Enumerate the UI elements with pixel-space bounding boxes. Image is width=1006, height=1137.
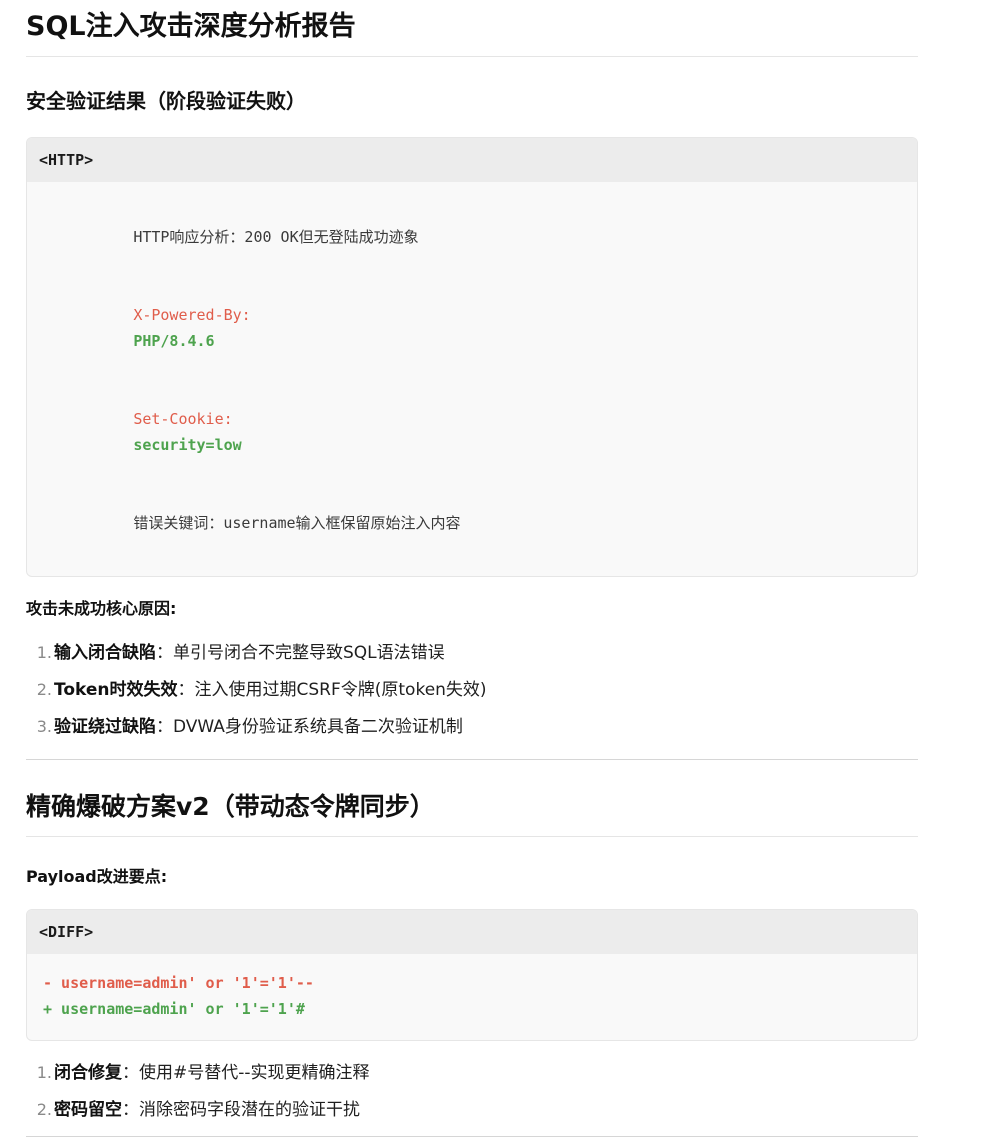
http-code-block: <HTTP> HTTP响应分析：200 OK但无登陆成功迹象 X-Powered… [26, 137, 918, 577]
list-number: 3. [36, 717, 52, 736]
header-value: security=low [133, 436, 242, 454]
code-line-http-analysis: HTTP响应分析：200 OK但无登陆成功迹象 [43, 198, 901, 276]
list-separator: ： [156, 717, 173, 737]
list-desc: 消除密码字段潜在的验证干扰 [139, 1100, 360, 1120]
code-block-label: <HTTP> [27, 138, 917, 182]
list-item: 1. 输入闭合缺陷：单引号闭合不完整导致SQL语法错误 [26, 641, 918, 665]
causes-list: 1. 输入闭合缺陷：单引号闭合不完整导致SQL语法错误 2. Token时效失效… [26, 641, 918, 739]
diff-code-block: <DIFF> - username=admin' or '1'='1'-- + … [26, 909, 918, 1041]
page-title: SQL注入攻击深度分析报告 [26, 0, 918, 57]
code-line-error-keyword: 错误关键词：username输入框保留原始注入内容 [43, 484, 901, 562]
causes-title: 攻击未成功核心原因: [26, 599, 177, 618]
code-block-body: HTTP响应分析：200 OK但无登陆成功迹象 X-Powered-By: PH… [27, 182, 917, 576]
list-desc: 单引号闭合不完整导致SQL语法错误 [173, 643, 445, 663]
header-key: Set-Cookie: [133, 410, 233, 428]
code-line-powered-by: X-Powered-By: PHP/8.4.6 [43, 276, 901, 380]
list-separator: ： [177, 680, 195, 700]
list-item: 1. 闭合修复：使用#号替代--实现更精确注释 [26, 1061, 918, 1085]
list-term: Token时效失效 [54, 680, 178, 700]
list-item: 3. 验证绕过缺陷： DVWA身份验证系统具备二次验证机制 [26, 715, 918, 739]
code-block-label: <DIFF> [27, 910, 917, 954]
points-list: 1. 闭合修复：使用#号替代--实现更精确注释 2. 密码留空：消除密码字段潜在… [26, 1061, 918, 1122]
code-text: 错误关键词：username输入框保留原始注入内容 [133, 514, 461, 532]
list-separator: ： [122, 1063, 139, 1083]
improve-title: Payload改进要点: [26, 867, 168, 886]
list-term: 验证绕过缺陷 [54, 717, 156, 737]
section-heading-bruteforce: 精确爆破方案v2（带动态令牌同步） [26, 790, 918, 837]
code-text: HTTP响应分析：200 OK但无登陆成功迹象 [133, 228, 419, 246]
diff-added-line: + username=admin' or '1'='1'# [43, 1000, 305, 1018]
section-heading-validation: 安全验证结果（阶段验证失败） [26, 89, 306, 113]
list-term: 密码留空 [54, 1100, 122, 1120]
code-block-body: - username=admin' or '1'='1'-- + usernam… [27, 954, 917, 1040]
list-item: 2. Token时效失效：注入使用过期CSRF令牌(原token失效) [26, 678, 918, 702]
list-item: 2. 密码留空：消除密码字段潜在的验证干扰 [26, 1098, 918, 1122]
list-desc: 使用#号替代--实现更精确注释 [139, 1063, 370, 1083]
list-desc: DVWA身份验证系统具备二次验证机制 [173, 717, 463, 737]
list-term: 闭合修复 [54, 1063, 122, 1083]
list-term: 输入闭合缺陷 [54, 643, 156, 663]
list-separator: ： [156, 643, 173, 663]
page: SQL注入攻击深度分析报告 安全验证结果（阶段验证失败） <HTTP> HTTP… [0, 0, 1006, 1137]
list-separator: ： [122, 1100, 139, 1120]
list-number: 2. [36, 680, 52, 699]
code-line-set-cookie: Set-Cookie: security=low [43, 380, 901, 484]
header-key: X-Powered-By: [133, 306, 251, 324]
list-number: 2. [36, 1100, 52, 1119]
report-content: SQL注入攻击深度分析报告 安全验证结果（阶段验证失败） <HTTP> HTTP… [26, 0, 918, 1137]
list-number: 1. [36, 643, 52, 662]
list-number: 1. [36, 1063, 52, 1082]
header-value: PHP/8.4.6 [133, 332, 215, 350]
diff-removed-line: - username=admin' or '1'='1'-- [43, 974, 314, 992]
list-desc: 注入使用过期CSRF令牌(原token失效) [194, 680, 487, 700]
section-divider [26, 759, 918, 760]
